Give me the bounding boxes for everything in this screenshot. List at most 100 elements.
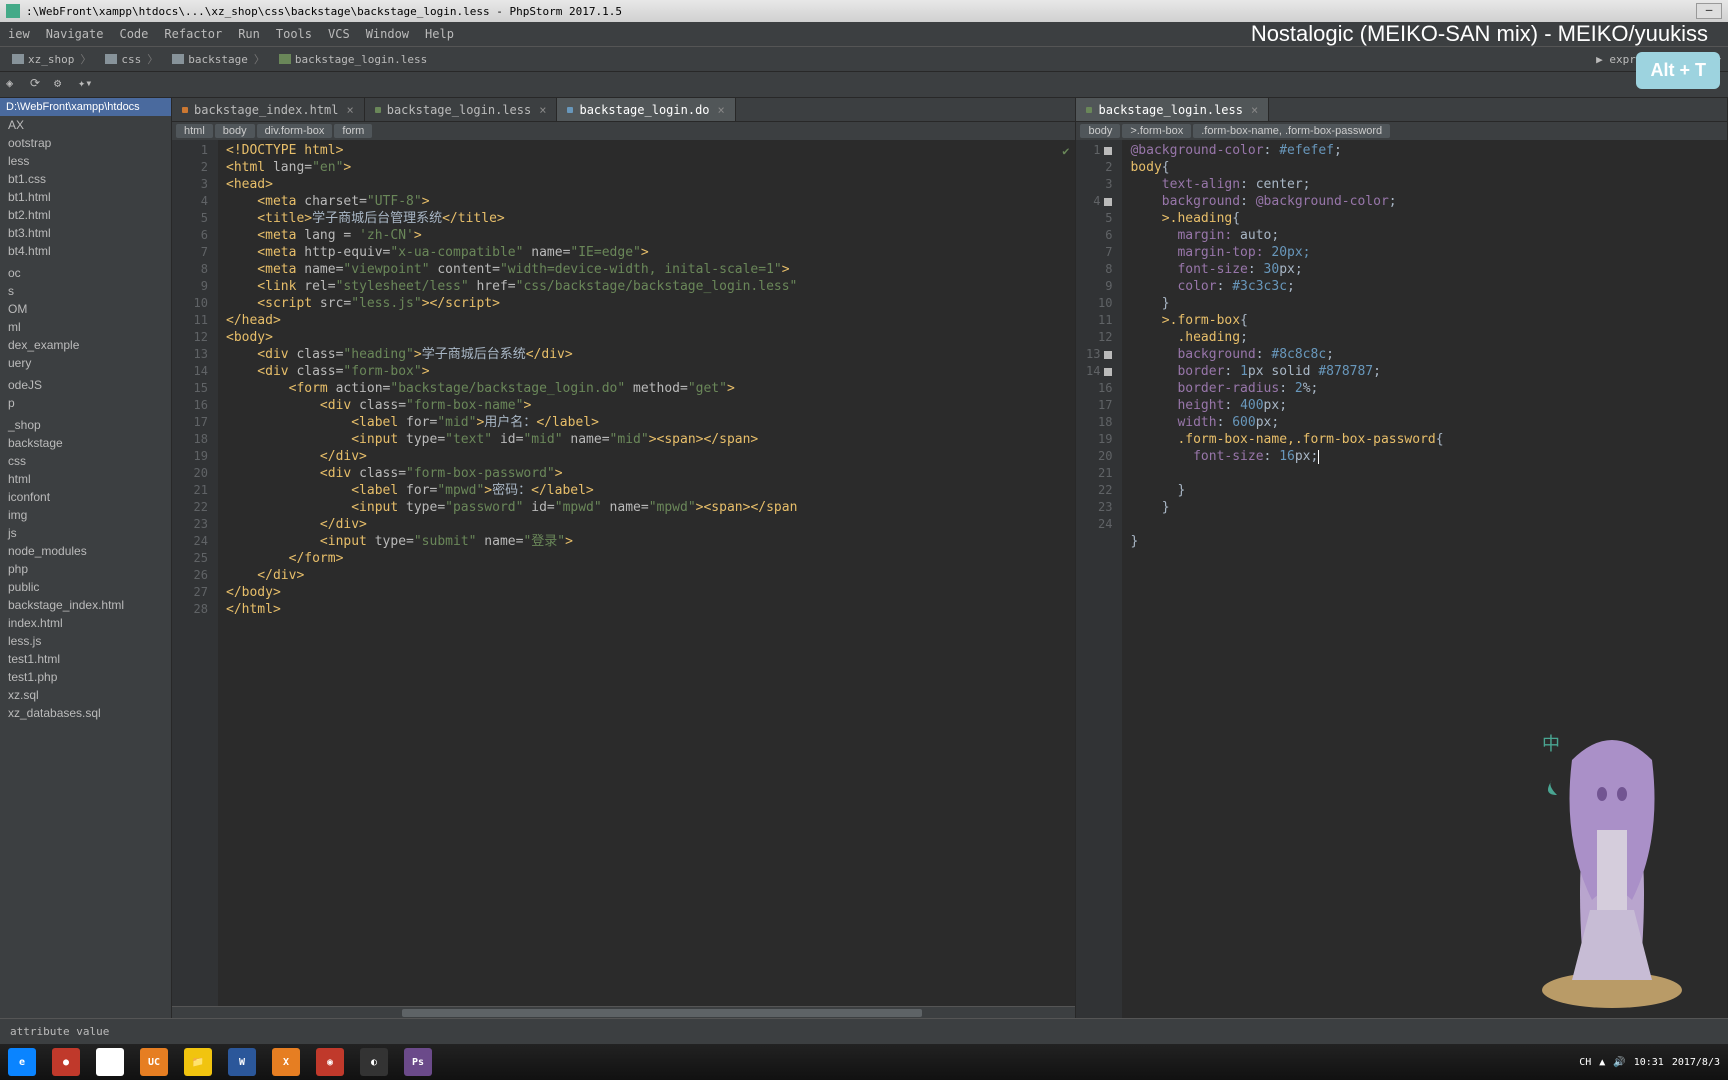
sidebar-item[interactable]: css	[0, 452, 171, 470]
app-icon	[6, 4, 20, 18]
sidebar-item[interactable]: odeJS	[0, 376, 171, 394]
close-icon[interactable]: ×	[718, 103, 725, 117]
sidebar-item[interactable]: _shop	[0, 416, 171, 434]
sidebar-item[interactable]: less.js	[0, 632, 171, 650]
tray-item[interactable]: 🔊	[1613, 1057, 1625, 1068]
taskbar-app[interactable]: X	[264, 1044, 308, 1080]
status-message: attribute value	[10, 1025, 109, 1038]
sidebar-item[interactable]: backstage_index.html	[0, 596, 171, 614]
sidebar-item[interactable]: public	[0, 578, 171, 596]
sidebar-item[interactable]: bt1.css	[0, 170, 171, 188]
editor-tabs-right: backstage_login.less×	[1076, 98, 1727, 122]
menu-navigate[interactable]: Navigate	[38, 22, 112, 46]
tray-item[interactable]: CH	[1579, 1057, 1591, 1068]
tray-item[interactable]: 2017/8/3	[1672, 1057, 1720, 1068]
sidebar-item[interactable]: ootstrap	[0, 134, 171, 152]
close-icon[interactable]: ×	[1251, 103, 1258, 117]
sidebar-item[interactable]: bt1.html	[0, 188, 171, 206]
sidebar-item[interactable]: xz.sql	[0, 686, 171, 704]
close-icon[interactable]: ×	[539, 103, 546, 117]
sidebar-item[interactable]: OM	[0, 300, 171, 318]
taskbar-app[interactable]: ◐	[352, 1044, 396, 1080]
taskbar-app[interactable]: ◉	[308, 1044, 352, 1080]
code-content-left[interactable]: <!DOCTYPE html> <html lang="en"> <head> …	[218, 140, 1075, 1006]
crumb-body[interactable]: body	[1080, 124, 1120, 138]
system-tray[interactable]: CH ▲ 🔊 10:31 2017/8/3	[1579, 1057, 1728, 1068]
close-icon[interactable]: ×	[347, 103, 354, 117]
code-content-right[interactable]: @background-color: #efefef; body{ text-a…	[1122, 140, 1727, 1018]
sidebar-item[interactable]: bt2.html	[0, 206, 171, 224]
tab-backstage-login-do[interactable]: backstage_login.do×	[557, 98, 735, 121]
sidebar-item[interactable]: s	[0, 282, 171, 300]
crumb-form[interactable]: form	[334, 124, 372, 138]
window-title: :\WebFront\xampp\htdocs\...\xz_shop\css\…	[26, 5, 622, 18]
tab-backstage-login-less-right[interactable]: backstage_login.less×	[1076, 98, 1269, 121]
taskbar-app[interactable]: Ps	[396, 1044, 440, 1080]
crumb-form-box[interactable]: >.form-box	[1122, 124, 1191, 138]
menu-help[interactable]: Help	[417, 22, 462, 46]
sidebar-item[interactable]: backstage	[0, 434, 171, 452]
sidebar-item[interactable]: uery	[0, 354, 171, 372]
horizontal-scrollbar[interactable]	[172, 1006, 1075, 1018]
crumb-html[interactable]: html	[176, 124, 213, 138]
taskbar-app[interactable]: e	[0, 1044, 44, 1080]
taskbar-app[interactable]: UC	[132, 1044, 176, 1080]
crumb-form-box-name-password[interactable]: .form-box-name, .form-box-password	[1193, 124, 1390, 138]
code-editor-left[interactable]: ✔ 12345678910111213141516171819202122232…	[172, 140, 1075, 1006]
sidebar-item[interactable]: oc	[0, 264, 171, 282]
sidebar-item[interactable]: node_modules	[0, 542, 171, 560]
sidebar-item[interactable]: p	[0, 394, 171, 412]
breadcrumb-file[interactable]: backstage_login.less	[273, 52, 433, 67]
crumb-div-form-box[interactable]: div.form-box	[257, 124, 333, 138]
sidebar-item[interactable]: test1.php	[0, 668, 171, 686]
collapse-icon[interactable]: ◈	[6, 76, 24, 94]
sidebar-item[interactable]: test1.html	[0, 650, 171, 668]
sidebar-item[interactable]: bt3.html	[0, 224, 171, 242]
menu-refactor[interactable]: Refactor	[156, 22, 230, 46]
left-editor-pane: backstage_index.html× backstage_login.le…	[172, 98, 1076, 1018]
sidebar-item[interactable]: php	[0, 560, 171, 578]
sidebar-item[interactable]: html	[0, 470, 171, 488]
sidebar-root-path[interactable]: D:\WebFront\xampp\htdocs	[0, 98, 171, 116]
less-file-icon	[375, 107, 381, 113]
taskbar-app[interactable]: 📁	[176, 1044, 220, 1080]
taskbar-app[interactable]: ○	[88, 1044, 132, 1080]
project-tree[interactable]: AXootstraplessbt1.cssbt1.htmlbt2.htmlbt3…	[0, 116, 171, 1018]
menu-run[interactable]: Run	[230, 22, 268, 46]
menu-code[interactable]: Code	[111, 22, 156, 46]
tray-item[interactable]: ▲	[1599, 1057, 1605, 1068]
tray-item[interactable]: 10:31	[1634, 1057, 1664, 1068]
taskbar-app[interactable]: ●	[44, 1044, 88, 1080]
sidebar-item[interactable]: less	[0, 152, 171, 170]
sidebar-item[interactable]: xz_databases.sql	[0, 704, 171, 722]
menu-window[interactable]: Window	[358, 22, 417, 46]
breadcrumb-item[interactable]: xz_shop〉	[6, 50, 97, 68]
folder-icon	[105, 54, 117, 64]
tab-backstage-login-less[interactable]: backstage_login.less×	[365, 98, 558, 121]
sidebar-item[interactable]: index.html	[0, 614, 171, 632]
menu-vcs[interactable]: VCS	[320, 22, 358, 46]
gutter-right: 1234567891011121314161718192021222324	[1076, 140, 1122, 1018]
minimize-button[interactable]: —	[1696, 3, 1722, 19]
sync-icon[interactable]: ⟳	[30, 76, 48, 94]
code-editor-right[interactable]: 1234567891011121314161718192021222324 @b…	[1076, 140, 1727, 1018]
sidebar-item[interactable]: AX	[0, 116, 171, 134]
sidebar-item[interactable]: js	[0, 524, 171, 542]
breadcrumb-item[interactable]: backstage〉	[166, 50, 271, 68]
sidebar-item[interactable]: img	[0, 506, 171, 524]
crumb-body[interactable]: body	[215, 124, 255, 138]
sidebar-item[interactable]: bt4.html	[0, 242, 171, 260]
breadcrumb-item[interactable]: css〉	[99, 50, 164, 68]
menu-tools[interactable]: Tools	[268, 22, 320, 46]
sidebar-item[interactable]: ml	[0, 318, 171, 336]
sidebar-item[interactable]: dex_example	[0, 336, 171, 354]
gear-icon[interactable]: ✦▾	[78, 76, 96, 94]
settings-icon[interactable]: ⚙	[54, 76, 72, 94]
scrollbar-thumb[interactable]	[402, 1009, 922, 1017]
file-icon	[279, 54, 291, 64]
taskbar-app[interactable]: W	[220, 1044, 264, 1080]
sidebar-item[interactable]: iconfont	[0, 488, 171, 506]
menu-view[interactable]: iew	[0, 22, 38, 46]
tab-backstage-index[interactable]: backstage_index.html×	[172, 98, 365, 121]
menu-bar: iew Navigate Code Refactor Run Tools VCS…	[0, 22, 1728, 46]
